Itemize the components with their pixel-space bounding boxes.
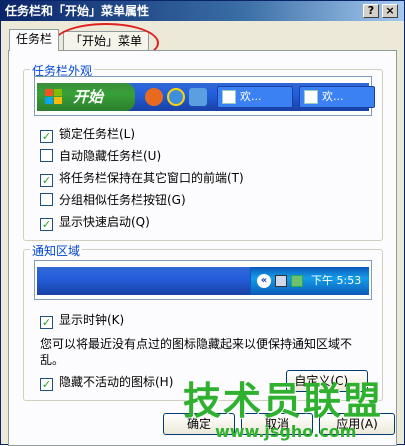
site-watermark: 技术员联盟 www.jsgho.com <box>179 379 399 443</box>
volume-icon <box>291 275 303 287</box>
checkbox-label: 锁定任务栏(L) <box>59 127 136 141</box>
desktop-icon <box>189 88 207 106</box>
checkbox-unchecked <box>40 193 53 206</box>
checkbox-label: 将任务栏保持在其它窗口的前端(T) <box>59 171 244 185</box>
chevron-left-icon: « <box>257 274 271 288</box>
title-bar[interactable]: 任务栏和「开始」菜单属性 ? × <box>1 1 404 21</box>
watermark-url: www.jsgho.com <box>215 422 357 441</box>
group-buttons-checkbox[interactable]: 分组相似任务栏按钮(G) <box>40 192 186 208</box>
checkbox-checked: ✓ <box>40 378 53 391</box>
preview-tray-taskbar: « 下午 5:53 <box>37 267 369 295</box>
notification-legend: 通知区域 <box>30 242 83 259</box>
notification-description: 您可以将最近没有点过的图标隐藏起来以便保持通知区域不乱。 <box>40 337 353 367</box>
preview-taskbar: 开始 欢... 欢... <box>37 83 375 111</box>
tray-clock: 下午 5:53 <box>311 274 362 287</box>
window-title: 任务栏和「开始」菜单属性 <box>5 4 150 18</box>
checkbox-checked: ✓ <box>40 130 53 143</box>
media-player-icon <box>145 88 163 106</box>
lock-taskbar-checkbox[interactable]: ✓ 锁定任务栏(L) <box>40 126 136 143</box>
tray-preview: « 下午 5:53 <box>34 260 372 300</box>
auto-hide-checkbox[interactable]: 自动隐藏任务栏(U) <box>40 148 161 164</box>
keep-on-top-checkbox[interactable]: ✓ 将任务栏保持在其它窗口的前端(T) <box>40 170 244 187</box>
preview-task-2: 欢... <box>299 86 375 108</box>
properties-dialog: 任务栏和「开始」菜单属性 ? × 任务栏 「开始」菜单 任务栏外观 开始 欢..… <box>0 0 405 446</box>
task-label: 欢... <box>322 90 344 103</box>
network-icon <box>275 275 287 287</box>
start-label: 开始 <box>73 88 104 106</box>
checkbox-label: 隐藏不活动的图标(H) <box>59 375 174 389</box>
checkbox-label: 自动隐藏任务栏(U) <box>59 149 162 163</box>
preview-start-button: 开始 <box>37 83 135 111</box>
show-clock-checkbox[interactable]: ✓ 显示时钟(K) <box>40 312 125 329</box>
task-label: 欢... <box>240 90 262 103</box>
hide-inactive-checkbox[interactable]: ✓ 隐藏不活动的图标(H) <box>40 374 174 391</box>
windows-logo-icon <box>45 89 63 105</box>
watermark-title: 技术员联盟 <box>183 379 384 423</box>
checkbox-label: 显示快速启动(Q) <box>59 215 150 229</box>
checkbox-checked: ✓ <box>40 316 53 329</box>
preview-task-1: 欢... <box>217 86 293 108</box>
close-button[interactable]: × <box>382 4 398 18</box>
checkbox-label: 显示时钟(K) <box>59 313 125 327</box>
checkbox-label: 分组相似任务栏按钮(G) <box>59 193 186 207</box>
window-icon <box>222 90 236 104</box>
preview-notification-area: « 下午 5:53 <box>250 267 369 295</box>
checkbox-checked: ✓ <box>40 174 53 187</box>
tab-taskbar[interactable]: 任务栏 <box>9 29 60 51</box>
window-icon <box>304 90 318 104</box>
help-button[interactable]: ? <box>363 4 379 18</box>
ie-icon <box>167 88 185 106</box>
quick-launch-checkbox[interactable]: ✓ 显示快速启动(Q) <box>40 214 150 231</box>
checkbox-unchecked <box>40 149 53 162</box>
taskbar-preview: 开始 欢... 欢... <box>34 76 375 116</box>
taskbar-appearance-group: 任务栏外观 开始 欢... 欢... ✓ 锁定任务栏(L) 自动隐藏任务栏(U)… <box>23 62 383 241</box>
checkbox-checked: ✓ <box>40 218 53 231</box>
